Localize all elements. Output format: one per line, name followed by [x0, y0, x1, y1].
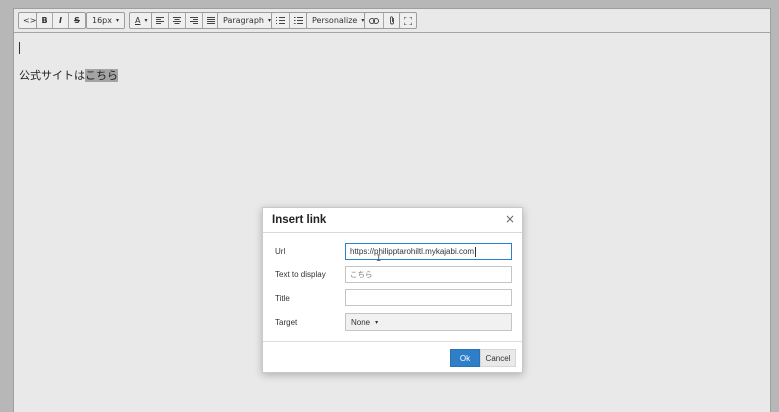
- align-left-icon[interactable]: [152, 13, 169, 28]
- target-select[interactable]: None ▾: [345, 313, 512, 331]
- target-value: None: [351, 317, 371, 327]
- fullscreen-icon[interactable]: [400, 13, 416, 28]
- text-to-display-input[interactable]: こちら: [345, 266, 512, 283]
- editor-toolbar: <> B I S 16px ▾ A ▾ Paragraph ▾ Personal…: [14, 9, 770, 33]
- paragraph-text: 公式サイトは: [19, 69, 85, 82]
- insert-link-dialog: Insert link × Url https://philipptarohil…: [262, 207, 523, 373]
- url-label: Url: [275, 247, 286, 256]
- personalize-button[interactable]: Personalize ▾: [307, 13, 369, 28]
- close-icon[interactable]: ×: [505, 213, 515, 225]
- url-value: https://philipptarohiltl.mykajabi.com: [350, 247, 475, 256]
- numbered-list-icon[interactable]: [290, 13, 307, 28]
- bullet-list-icon[interactable]: [272, 13, 290, 28]
- title-input[interactable]: [345, 289, 512, 306]
- personalize-label: Personalize: [312, 16, 358, 25]
- selected-link-text[interactable]: こちら: [85, 69, 118, 82]
- editor-paragraph[interactable]: 公式サイトはこちら: [19, 67, 118, 83]
- text-cursor: [19, 42, 20, 54]
- cancel-button[interactable]: Cancel: [480, 349, 516, 367]
- dialog-footer-divider: [263, 341, 522, 342]
- dialog-title: Insert link: [272, 214, 327, 226]
- title-label: Title: [275, 294, 290, 303]
- italic-icon[interactable]: I: [53, 13, 69, 28]
- attachment-icon[interactable]: [384, 13, 400, 28]
- toolbar-group-format: B I S: [36, 12, 86, 29]
- block-format-button[interactable]: Paragraph ▾: [218, 13, 276, 28]
- font-color-icon: A: [135, 16, 141, 25]
- ok-button[interactable]: Ok: [450, 349, 480, 367]
- text-to-display-label: Text to display: [275, 270, 326, 279]
- url-input[interactable]: https://philipptarohiltl.mykajabi.com: [345, 243, 512, 260]
- input-caret: [475, 246, 477, 257]
- align-right-icon[interactable]: [186, 13, 203, 28]
- personalize-select[interactable]: Personalize ▾: [306, 12, 371, 29]
- link-icon[interactable]: [365, 13, 384, 28]
- chevron-down-icon: ▾: [116, 17, 120, 24]
- block-format-value: Paragraph: [223, 16, 264, 25]
- toolbar-group-insert: [364, 12, 401, 29]
- toolbar-group-lists: [271, 12, 308, 29]
- toolbar-group-align: [151, 12, 220, 29]
- font-size-select[interactable]: 16px ▾: [86, 12, 126, 29]
- align-center-icon[interactable]: [169, 13, 186, 28]
- text-color-select[interactable]: A ▾: [129, 12, 154, 29]
- bold-icon[interactable]: B: [37, 13, 53, 28]
- font-size-value: 16px: [92, 16, 112, 25]
- block-format-select[interactable]: Paragraph ▾: [217, 12, 277, 29]
- font-size-button[interactable]: 16px ▾: [87, 13, 124, 28]
- chevron-down-icon: ▾: [375, 318, 379, 326]
- target-label: Target: [275, 318, 298, 327]
- text-cursor-icon: I: [376, 254, 382, 264]
- toolbar-group-view: [399, 12, 417, 29]
- chevron-down-icon: ▾: [144, 17, 148, 24]
- dialog-header: Insert link ×: [263, 208, 522, 233]
- font-color-button[interactable]: A ▾: [130, 13, 153, 28]
- strikethrough-icon[interactable]: S: [69, 13, 85, 28]
